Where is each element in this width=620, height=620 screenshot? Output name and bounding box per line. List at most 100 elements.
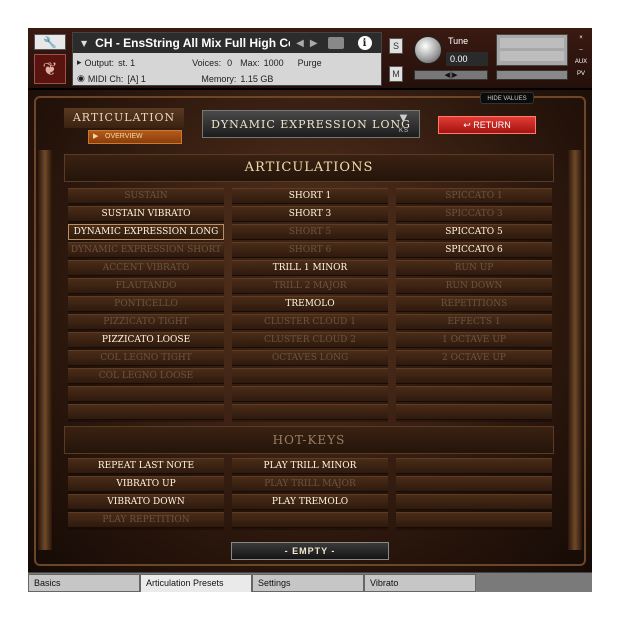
empty-slot[interactable] bbox=[396, 458, 552, 474]
aux-button[interactable]: AUX bbox=[574, 56, 588, 68]
articulation-strip: ARTICULATION OVERVIEW DYNAMIC EXPRESSION… bbox=[64, 108, 554, 148]
slot-play-trill-major[interactable]: PLAY TRILL MAJOR bbox=[232, 476, 388, 492]
tab-basics[interactable]: Basics bbox=[28, 574, 140, 592]
slot-run-up[interactable]: RUN UP bbox=[396, 260, 552, 276]
slot-pizzicato-tight[interactable]: PIZZICATO TIGHT bbox=[68, 314, 224, 330]
empty-slot[interactable] bbox=[232, 512, 388, 528]
purge-menu[interactable]: Purge bbox=[298, 58, 322, 68]
articulation-column-2: SHORT 1 SHORT 3 SHORT 5 SHORT 6 TRILL 1 MINO… bbox=[232, 188, 388, 422]
slot-spiccato-6[interactable]: SPICCATO 6 bbox=[396, 242, 552, 258]
hotkeys-heading: HOT-KEYS bbox=[64, 426, 554, 454]
midi-icon: ◉ bbox=[77, 73, 85, 83]
ks-label: KS bbox=[398, 128, 409, 134]
slot-tremolo[interactable]: TREMOLO bbox=[232, 296, 388, 312]
minimize-icon[interactable]: – bbox=[574, 44, 588, 56]
slot-short-3[interactable]: SHORT 3 bbox=[232, 206, 388, 222]
tab-articulation-presets[interactable]: Articulation Presets bbox=[140, 574, 252, 592]
tab-settings[interactable]: Settings bbox=[252, 574, 364, 592]
memory-value: 1.15 GB bbox=[240, 73, 274, 84]
slot-pizzicato-loose[interactable]: PIZZICATO LOOSE bbox=[68, 332, 224, 348]
empty-slot[interactable] bbox=[396, 368, 552, 384]
empty-slot[interactable] bbox=[396, 404, 552, 420]
instrument-title[interactable]: CH - EnsString All Mix Full High Cor bbox=[95, 36, 290, 50]
mute-button[interactable]: M bbox=[389, 66, 403, 82]
articulation-column-3: SPICCATO 1 SPICCATO 3 SPICCATO 5 SPICCATO 6… bbox=[396, 188, 552, 422]
slot-cluster-cloud-2[interactable]: CLUSTER CLOUD 2 bbox=[232, 332, 388, 348]
pv-button[interactable]: PV bbox=[574, 68, 588, 80]
hotkey-column-1: REPEAT LAST NOTE VIBRATO UP VIBRATO DOWN PL… bbox=[68, 458, 224, 530]
tab-bar: Basics Articulation Presets Settings Vib… bbox=[28, 572, 592, 592]
slot-trill-2-major[interactable]: TRILL 2 MAJOR bbox=[232, 278, 388, 294]
volume-slider[interactable] bbox=[496, 70, 568, 80]
left-pillar bbox=[38, 150, 52, 550]
hide-values-button[interactable]: HIDE VALUES bbox=[480, 92, 534, 104]
slot-short-1[interactable]: SHORT 1 bbox=[232, 188, 388, 204]
output-value[interactable]: st. 1 bbox=[118, 58, 178, 68]
slot-col-legno-tight[interactable]: COL LEGNO TIGHT bbox=[68, 350, 224, 366]
articulation-column-1: SUSTAIN SUSTAIN VIBRATO DYNAMIC EXPRESSION… bbox=[68, 188, 224, 422]
collapse-triangle-icon[interactable]: ▼ bbox=[81, 39, 87, 48]
instrument-header: 🔧 ❦ ▼ CH - EnsString All Mix Full High C… bbox=[28, 28, 592, 90]
slot-dynamic-expression-short[interactable]: DYNAMIC EXPRESSION SHORT bbox=[68, 242, 224, 258]
tune-value[interactable]: 0.00 bbox=[446, 52, 488, 66]
slot-repeat-last-note[interactable]: REPEAT LAST NOTE bbox=[68, 458, 224, 474]
current-articulation-display[interactable]: DYNAMIC EXPRESSION LONG ▼ KS bbox=[202, 110, 420, 138]
overview-button[interactable]: OVERVIEW bbox=[88, 130, 182, 144]
tab-vibrato[interactable]: Vibrato bbox=[364, 574, 476, 592]
slot-spiccato-3[interactable]: SPICCATO 3 bbox=[396, 206, 552, 222]
memory-label: Memory: bbox=[201, 73, 237, 84]
slot-run-down[interactable]: RUN DOWN bbox=[396, 278, 552, 294]
slot-dynamic-expression-long[interactable]: DYNAMIC EXPRESSION LONG bbox=[68, 224, 224, 240]
info-icon[interactable]: i bbox=[357, 36, 372, 50]
empty-slot[interactable] bbox=[232, 386, 388, 402]
return-arrow-icon: ↩ bbox=[463, 120, 471, 130]
slot-play-trill-minor[interactable]: PLAY TRILL MINOR bbox=[232, 458, 388, 474]
close-icon[interactable]: × bbox=[574, 32, 588, 44]
empty-slot[interactable] bbox=[232, 368, 388, 384]
empty-slot[interactable] bbox=[396, 386, 552, 402]
return-button-label: RETURN bbox=[473, 120, 511, 130]
prev-instrument-icon[interactable]: ◀ bbox=[296, 38, 304, 49]
slot-col-legno-loose[interactable]: COL LEGNO LOOSE bbox=[68, 368, 224, 384]
solo-button[interactable]: S bbox=[389, 38, 403, 54]
tune-knob[interactable] bbox=[414, 36, 442, 64]
midi-channel-value[interactable]: [A] 1 bbox=[127, 74, 187, 84]
slot-1-octave-up[interactable]: 1 OCTAVE UP bbox=[396, 332, 552, 348]
voices-value: 0 bbox=[227, 57, 233, 68]
empty-slot[interactable] bbox=[396, 494, 552, 510]
next-instrument-icon[interactable]: ▶ bbox=[310, 38, 318, 49]
slot-short-6[interactable]: SHORT 6 bbox=[232, 242, 388, 258]
slot-accent-vibrato[interactable]: ACCENT VIBRATO bbox=[68, 260, 224, 276]
slot-effects-1[interactable]: EFFECTS 1 bbox=[396, 314, 552, 330]
slot-short-5[interactable]: SHORT 5 bbox=[232, 224, 388, 240]
empty-slot[interactable] bbox=[232, 404, 388, 420]
camera-icon[interactable] bbox=[327, 37, 344, 49]
midi-row: ◉ MIDI Ch: [A] 1 Memory: 1.15 GB bbox=[73, 71, 381, 86]
preset-slot-empty[interactable]: - EMPTY - bbox=[231, 542, 389, 560]
slot-repetitions[interactable]: REPETITIONS bbox=[396, 296, 552, 312]
level-meter bbox=[496, 34, 568, 66]
slot-octaves-long[interactable]: OCTAVES LONG bbox=[232, 350, 388, 366]
slot-play-repetition[interactable]: PLAY REPETITION bbox=[68, 512, 224, 528]
max-voices-value[interactable]: 1000 bbox=[264, 58, 284, 68]
slot-vibrato-down[interactable]: VIBRATO DOWN bbox=[68, 494, 224, 510]
empty-slot[interactable] bbox=[396, 476, 552, 492]
slot-spiccato-5[interactable]: SPICCATO 5 bbox=[396, 224, 552, 240]
empty-slot[interactable] bbox=[396, 512, 552, 528]
slot-flautando[interactable]: FLAUTANDO bbox=[68, 278, 224, 294]
pan-slider[interactable]: ◀|▶ bbox=[414, 70, 488, 80]
wrench-icon[interactable]: 🔧 bbox=[34, 34, 66, 50]
slot-vibrato-up[interactable]: VIBRATO UP bbox=[68, 476, 224, 492]
slot-sustain[interactable]: SUSTAIN bbox=[68, 188, 224, 204]
slot-trill-1-minor[interactable]: TRILL 1 MINOR bbox=[232, 260, 388, 276]
slot-ponticello[interactable]: PONTICELLO bbox=[68, 296, 224, 312]
return-button[interactable]: ↩ RETURN bbox=[438, 116, 536, 134]
slot-spiccato-1[interactable]: SPICCATO 1 bbox=[396, 188, 552, 204]
slot-cluster-cloud-1[interactable]: CLUSTER CLOUD 1 bbox=[232, 314, 388, 330]
window-controls: × – AUX PV bbox=[574, 32, 588, 80]
slot-play-tremolo[interactable]: PLAY TREMOLO bbox=[232, 494, 388, 510]
empty-slot[interactable] bbox=[68, 386, 224, 402]
slot-2-octave-up[interactable]: 2 OCTAVE UP bbox=[396, 350, 552, 366]
empty-slot[interactable] bbox=[68, 404, 224, 420]
slot-sustain-vibrato[interactable]: SUSTAIN VIBRATO bbox=[68, 206, 224, 222]
